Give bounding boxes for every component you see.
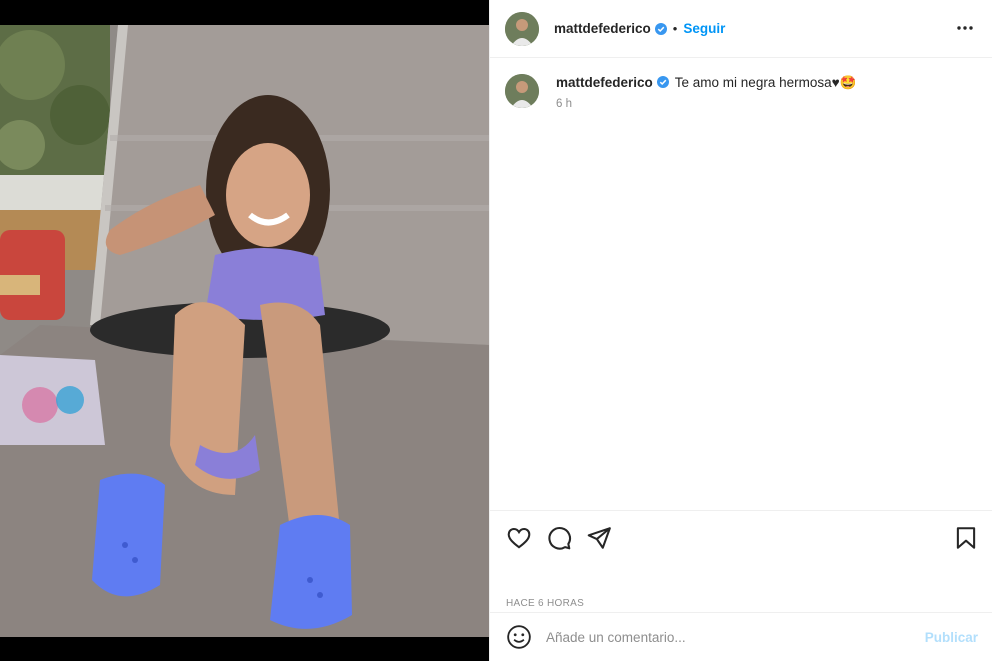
follow-button[interactable]: Seguir bbox=[683, 21, 725, 36]
post-actions bbox=[490, 510, 992, 564]
publish-button[interactable]: Publicar bbox=[925, 630, 978, 645]
post-timestamp[interactable]: HACE 6 HORAS bbox=[506, 598, 584, 609]
bookmark-icon[interactable] bbox=[953, 525, 979, 551]
comment-icon[interactable] bbox=[546, 525, 572, 551]
photo-illustration bbox=[0, 25, 489, 637]
post-header: mattdefederico • Seguir bbox=[490, 0, 992, 58]
post-photo[interactable] bbox=[0, 25, 489, 637]
caption-relative-time[interactable]: 6 h bbox=[556, 98, 856, 110]
post-media bbox=[0, 0, 489, 661]
comment-input[interactable] bbox=[546, 629, 896, 645]
avatar-image bbox=[505, 74, 539, 108]
post-side-panel: mattdefederico • Seguir mattdefederico T… bbox=[489, 0, 992, 661]
post-caption: mattdefederico Te amo mi negra hermosa♥🤩… bbox=[505, 72, 975, 110]
verified-badge-icon bbox=[654, 22, 667, 35]
caption-text: Te amo mi negra hermosa♥🤩 bbox=[674, 75, 857, 90]
caption-username[interactable]: mattdefederico bbox=[556, 75, 653, 90]
author-username[interactable]: mattdefederico bbox=[554, 21, 651, 36]
caption-avatar[interactable] bbox=[505, 74, 539, 108]
send-icon[interactable] bbox=[586, 525, 612, 551]
emoji-icon[interactable] bbox=[506, 624, 532, 650]
author-avatar[interactable] bbox=[505, 11, 539, 46]
caption-line: mattdefederico Te amo mi negra hermosa♥🤩 bbox=[556, 72, 856, 94]
heart-icon[interactable] bbox=[506, 525, 532, 551]
caption-body: mattdefederico Te amo mi negra hermosa♥🤩… bbox=[556, 72, 856, 110]
comment-bar: Publicar bbox=[490, 612, 992, 661]
more-options-icon[interactable] bbox=[955, 18, 975, 38]
avatar-image bbox=[505, 11, 539, 46]
verified-badge-icon bbox=[656, 76, 669, 88]
header-separator: • bbox=[672, 21, 678, 36]
